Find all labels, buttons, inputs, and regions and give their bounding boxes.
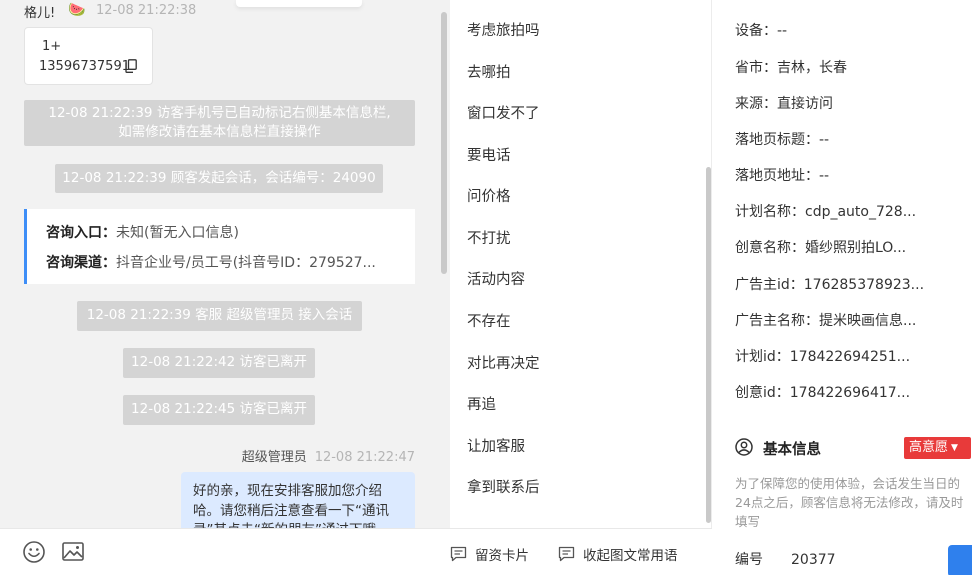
quick-reply-item[interactable]: 活动内容 [467, 268, 525, 289]
system-message: 12-08 21:22:45 访客已离开 [123, 395, 315, 425]
chat-panel: 格儿! 🍉 12-08 21:22:38 1+ 13596737591 12-0… [0, 0, 450, 575]
agent-message-time: 12-08 21:22:47 [314, 450, 415, 465]
customer-number-row: 编号 20377 [735, 549, 836, 569]
info-creative-name: 创意名称：婚纱照别拍LO... [735, 240, 907, 256]
quick-reply-item[interactable]: 要电话 [467, 144, 511, 165]
quick-reply-panel: 考虑旅拍吗 去哪拍 窗口发不了 要电话 问价格 不打扰 活动内容 不存在 对比再… [450, 0, 712, 575]
phone-prefix: 1+ [42, 39, 62, 54]
lead-card-label: 留资卡片 [475, 548, 529, 564]
copy-icon[interactable] [125, 59, 137, 73]
system-message: 12-08 21:22:39 访客手机号已自动标记右侧基本信息栏, 如需修改请在… [24, 100, 415, 146]
intent-level-dropdown[interactable]: 高意愿 ▼ [904, 437, 971, 459]
phone-number-card: 1+ 13596737591 [24, 27, 153, 85]
agent-message-bubble: 好的亲，现在安排客服加您介绍哈。请您稍后注意查看一下“通讯录”其点击“新的朋友”… [181, 472, 415, 528]
popover-edge [236, 0, 362, 7]
image-icon[interactable] [61, 540, 85, 564]
basic-info-header: 基本信息 高意愿 ▼ [735, 437, 972, 459]
quick-reply-item[interactable]: 窗口发不了 [467, 102, 540, 123]
edit-deadline-note: 为了保障您的使用体验，会话发生当日的24点之后，顾客信息将无法修改，请及时填写 [735, 476, 964, 529]
customer-number-label: 编号 [735, 552, 763, 568]
info-source: 来源：直接访问 [735, 96, 833, 112]
consult-channel: 咨询渠道：抖音企业号/员工号(抖音号ID：279527... [46, 252, 396, 272]
system-message: 12-08 21:22:39 顾客发起会话，会话编号：24090 [55, 164, 383, 193]
info-advertiser-name: 广告主名称：提米映画信息... [735, 313, 917, 329]
quick-reply-item[interactable]: 再追 [467, 393, 496, 414]
info-landing-url: 落地页地址：-- [735, 168, 830, 184]
customer-info-panel: 设备：-- 省市：吉林，长春 来源：直接访问 落地页标题：-- 落地页地址：--… [713, 0, 972, 575]
message-square-icon [558, 546, 575, 562]
lead-card-button[interactable]: 留资卡片 [450, 544, 529, 564]
system-message-line: 如需修改请在基本信息栏直接操作 [118, 124, 321, 140]
quick-reply-item[interactable]: 去哪拍 [467, 61, 511, 82]
agent-name: 超级管理员 [241, 450, 307, 465]
chat-message-list[interactable]: 格儿! 🍉 12-08 21:22:38 1+ 13596737591 12-0… [0, 0, 440, 528]
smile-icon[interactable] [22, 540, 46, 564]
collapse-rich-phrases-label: 收起图文常用语 [583, 548, 678, 564]
agent-message-header: 超级管理员 12-08 21:22:47 [242, 446, 415, 465]
info-device: 设备：-- [735, 23, 788, 39]
quick-reply-item[interactable]: 拿到联系后 [467, 476, 540, 497]
quick-reply-item[interactable]: 对比再决定 [467, 352, 540, 373]
consult-entry-label: 咨询入口： [46, 225, 116, 241]
info-landing-title: 落地页标题：-- [735, 132, 830, 148]
consult-channel-label: 咨询渠道： [46, 255, 116, 271]
system-message: 12-08 21:22:42 访客已离开 [123, 348, 315, 378]
floating-action-button[interactable] [948, 545, 972, 575]
system-message-line: 12-08 21:22:39 访客手机号已自动标记右侧基本信息栏, [48, 105, 391, 121]
info-province-city: 省市：吉林，长春 [735, 60, 847, 76]
consult-entry-value: 未知(暂无入口信息) [116, 225, 239, 241]
phone-number: 13596737591 [39, 59, 130, 74]
info-plan-name: 计划名称：cdp_auto_728... [735, 204, 917, 220]
basic-info-title: 基本信息 [763, 442, 821, 458]
quick-reply-scrollbar[interactable] [706, 167, 711, 523]
chat-input-toolbar [0, 528, 450, 575]
caret-down-icon: ▼ [951, 443, 958, 453]
consult-entry: 咨询入口：未知(暂无入口信息) [46, 222, 239, 242]
info-plan-id: 计划id：178422694251... [735, 349, 911, 365]
consult-channel-value: 抖音企业号/员工号(抖音号ID：279527... [116, 255, 376, 271]
user-circle-icon [735, 438, 753, 456]
quick-reply-toolbar: 留资卡片 收起图文常用语 [450, 528, 712, 575]
quick-reply-item[interactable]: 不打扰 [467, 227, 511, 248]
intent-level-label: 高意愿 [909, 440, 949, 455]
consult-info-card: 咨询入口：未知(暂无入口信息) 咨询渠道：抖音企业号/员工号(抖音号ID：279… [24, 209, 415, 284]
info-advertiser-id: 广告主id：176285378923... [735, 277, 925, 293]
quick-reply-item[interactable]: 考虑旅拍吗 [467, 19, 540, 40]
visitor-message-time: 12-08 21:22:38 [96, 3, 197, 18]
quick-reply-item[interactable]: 不存在 [467, 310, 511, 331]
chat-scrollbar[interactable] [441, 12, 447, 274]
info-creative-id: 创意id：178422696417... [735, 385, 911, 401]
customer-number-value: 20377 [791, 552, 836, 568]
quick-reply-item[interactable]: 让加客服 [467, 435, 525, 456]
message-square-icon [450, 546, 467, 562]
system-message: 12-08 21:22:39 客服 超级管理员 接入会话 [77, 301, 362, 331]
watermelon-emoji: 🍉 [68, 2, 86, 18]
quick-reply-item[interactable]: 问价格 [467, 185, 511, 206]
collapse-rich-phrases-button[interactable]: 收起图文常用语 [558, 544, 678, 564]
visitor-name: 格儿! [24, 6, 56, 21]
